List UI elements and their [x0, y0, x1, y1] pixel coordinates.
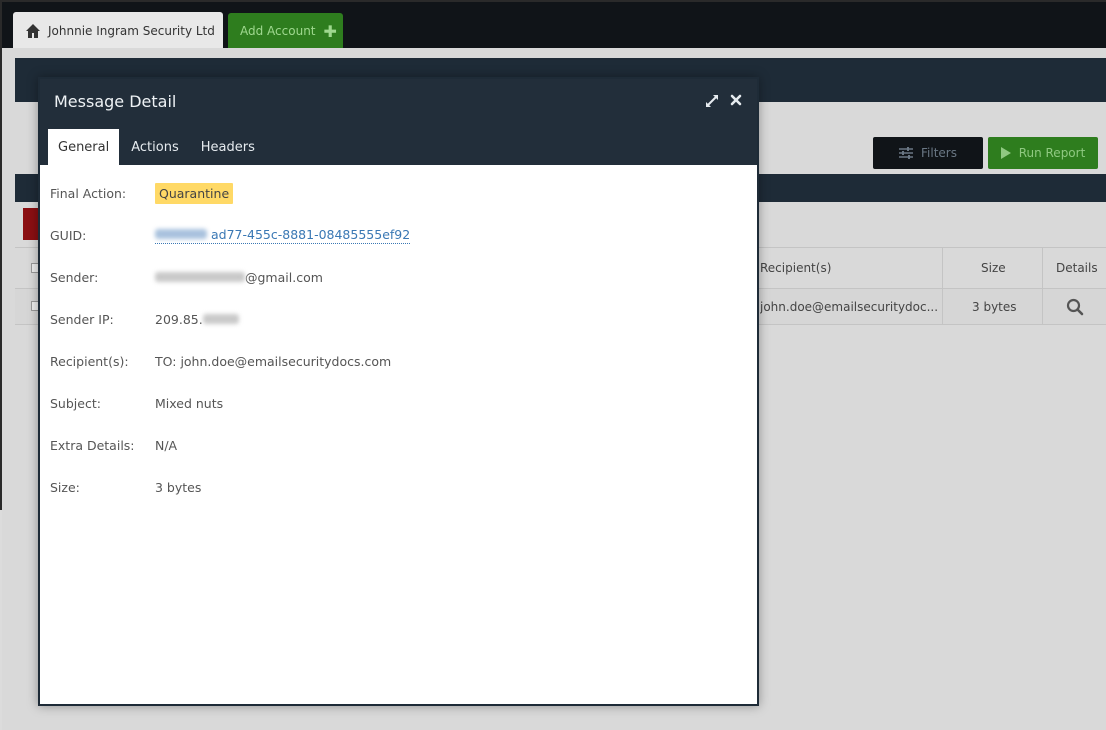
dialog-header: Message Detail General Actions Headers: [40, 79, 757, 165]
extra-details-label: Extra Details:: [50, 437, 135, 453]
column-recipients[interactable]: Recipient(s): [760, 248, 831, 288]
guid-value: ad77-455c-8881-08485555ef92: [211, 226, 411, 242]
guid-link[interactable]: ad77-455c-8881-08485555ef92: [155, 226, 411, 244]
sender-ip-value: 209.85.: [155, 311, 203, 327]
row-size: 3 bytes: [972, 299, 1017, 314]
redacted-text: [155, 229, 207, 239]
size-value: 3 bytes: [155, 479, 202, 495]
column-details: Details: [1056, 261, 1098, 275]
run-report-button[interactable]: Run Report: [988, 137, 1098, 169]
dialog-tabs: General Actions Headers: [48, 129, 267, 165]
size-label: Size:: [50, 479, 80, 495]
expand-icon[interactable]: [704, 93, 720, 109]
close-icon[interactable]: [728, 92, 744, 108]
account-tab-label: Johnnie Ingram Security Ltd: [48, 24, 215, 38]
sender-row: Sender: @gmail.com: [50, 266, 730, 288]
filters-button[interactable]: Filters: [873, 137, 983, 169]
tab-general[interactable]: General: [48, 129, 120, 165]
recipients-value: TO: john.doe@emailsecuritydocs.com: [155, 353, 392, 369]
subject-row: Subject: Mixed nuts: [50, 392, 730, 414]
recipients-row: Recipient(s): TO: john.doe@emailsecurity…: [50, 350, 730, 372]
final-action-badge: Quarantine: [155, 182, 234, 204]
sender-ip-label: Sender IP:: [50, 311, 114, 327]
subject-label: Subject:: [50, 395, 101, 411]
sender-label: Sender:: [50, 269, 99, 285]
redacted-text: [202, 314, 239, 324]
guid-label: GUID:: [50, 227, 87, 243]
account-tab[interactable]: Johnnie Ingram Security Ltd: [13, 12, 223, 50]
sliders-icon: [899, 147, 913, 159]
add-account-button[interactable]: Add Account ✚: [228, 13, 343, 49]
details-button[interactable]: [1066, 289, 1084, 324]
dialog-body: Final Action: Quarantine GUID: ad77-455c…: [40, 165, 757, 704]
dialog-title: Message Detail: [54, 92, 177, 111]
search-icon: [1066, 298, 1084, 315]
sender-value: @gmail.com: [245, 269, 323, 285]
column-size[interactable]: Size: [981, 248, 1006, 288]
add-account-label: Add Account: [240, 24, 316, 38]
filters-label: Filters: [921, 146, 957, 160]
tab-headers[interactable]: Headers: [191, 129, 265, 165]
extra-details-row: Extra Details: N/A: [50, 434, 730, 456]
final-action-label: Final Action:: [50, 185, 127, 201]
left-edge: [0, 48, 2, 510]
subject-value: Mixed nuts: [155, 395, 224, 411]
final-action-row: Final Action: Quarantine: [50, 182, 730, 204]
home-icon: [26, 24, 40, 38]
sender-ip-row: Sender IP: 209.85.: [50, 308, 730, 330]
recipients-label: Recipient(s):: [50, 353, 129, 369]
run-report-label: Run Report: [1018, 146, 1086, 160]
guid-row: GUID: ad77-455c-8881-08485555ef92: [50, 224, 730, 246]
tab-actions[interactable]: Actions: [121, 129, 189, 165]
row-recipients: john.doe@emailsecuritydoc...: [760, 299, 938, 314]
size-row: Size: 3 bytes: [50, 476, 730, 498]
top-bar: Johnnie Ingram Security Ltd Add Account …: [0, 0, 1106, 50]
extra-details-value: N/A: [155, 437, 178, 453]
message-detail-dialog: Message Detail General Actions Headers F…: [38, 77, 759, 706]
play-icon: [1000, 147, 1011, 159]
plus-icon: ✚: [323, 21, 337, 41]
redacted-text: [155, 272, 245, 282]
